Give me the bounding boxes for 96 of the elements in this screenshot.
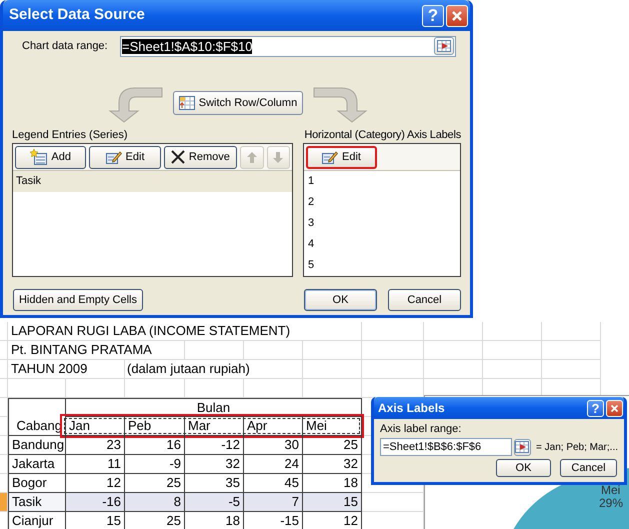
table-cell: 16 (125, 436, 185, 455)
ok-button[interactable]: OK (496, 459, 551, 477)
grid-cell (424, 322, 483, 341)
table-cell: 7 (244, 493, 303, 512)
table-cell: 18 (185, 512, 244, 529)
pencil-document-icon (106, 150, 122, 164)
table-cell: -12 (185, 436, 244, 455)
table-cell: 15 (303, 493, 362, 512)
grid-cell (66, 379, 125, 398)
grid-cell (362, 322, 424, 341)
table-cell (8, 398, 66, 417)
grid-cell (8, 379, 66, 398)
close-button[interactable] (446, 4, 468, 26)
table-cell: Tasik (8, 493, 66, 512)
slice-label: Mei (601, 484, 620, 497)
grid-cell (244, 379, 303, 398)
table-cell: 15 (66, 512, 125, 529)
axis-label-item[interactable]: 1 (304, 171, 460, 192)
table-cell: Bandung (8, 436, 66, 455)
table-cell: Peb (125, 417, 185, 436)
switch-row-column-button[interactable]: Switch Row/Column (173, 91, 303, 115)
close-icon (610, 404, 619, 412)
grid-cell (303, 341, 362, 360)
table-cell: 24 (244, 455, 303, 474)
report-title: LAPORAN RUGI LABA (INCOME STATEMENT) (8, 322, 362, 341)
range-picker-button[interactable] (434, 37, 454, 55)
grid-cell (362, 360, 424, 379)
table-cell: Jan (66, 417, 125, 436)
chart-range-field[interactable]: =Sheet1!$A$10:$F$10 (120, 36, 456, 56)
table-cell: 25 (303, 436, 362, 455)
slice-percent: 29% (599, 497, 624, 510)
range-picker-icon (515, 441, 530, 453)
edit-button[interactable]: Edit (89, 146, 161, 168)
close-icon (451, 10, 463, 22)
ok-button[interactable]: OK (304, 289, 377, 311)
series-item[interactable]: Tasik (13, 171, 292, 192)
table-cell: 25 (125, 512, 185, 529)
grid-cell (483, 322, 542, 341)
section-heading: Horizontal (Category) Axis Labels (304, 128, 461, 142)
company-name: Pt. BINTANG PRATAMA (8, 341, 185, 360)
table-cell: -5 (185, 493, 244, 512)
grid-cell (424, 341, 483, 360)
table-cell: Mei (303, 417, 362, 436)
range-preview: = Jan; Peb; Mar;... (536, 440, 618, 454)
table-cell: Bulan (66, 398, 362, 417)
grid-cell (125, 379, 185, 398)
range-picker-button[interactable] (514, 438, 532, 456)
cancel-button[interactable]: Cancel (560, 459, 617, 477)
window-title: Select Data Source (9, 5, 145, 26)
section-heading: Legend Entries (Series) (12, 128, 128, 142)
table-cell: -9 (125, 455, 185, 474)
grid-cell (542, 341, 601, 360)
table-cell: 12 (303, 512, 362, 529)
grid-cell (244, 341, 303, 360)
field-label: Chart data range: (21, 38, 109, 54)
axis-range-field[interactable]: =Sheet1!$B$6:$F$6 (380, 438, 512, 456)
table-cell: 8 (125, 493, 185, 512)
table-cell: Mar (185, 417, 244, 436)
edit-button[interactable]: Edit (306, 146, 377, 168)
axis-label-item[interactable]: 2 (304, 192, 460, 213)
axis-label-item[interactable]: 3 (304, 213, 460, 234)
grid-cell (185, 379, 244, 398)
range-picker-icon (437, 40, 451, 52)
down-arrow-icon (273, 152, 284, 162)
grid-cell (542, 322, 601, 341)
grid-cell (303, 360, 362, 379)
table-cell: Cianjur (8, 512, 66, 529)
x-icon (170, 150, 185, 164)
table-cell: 11 (66, 455, 125, 474)
table-cell: 23 (66, 436, 125, 455)
remove-button[interactable]: Remove (164, 146, 238, 168)
grid-cell (303, 379, 362, 398)
axis-label-item[interactable]: 4 (304, 234, 460, 255)
field-label: Axis label range: (380, 423, 462, 436)
close-button[interactable] (606, 400, 623, 416)
axis-label-item[interactable]: 5 (304, 255, 460, 276)
add-list-icon (30, 149, 48, 165)
table-cell: -16 (66, 493, 125, 512)
pencil-document-icon (322, 150, 338, 164)
table-cell: Apr (244, 417, 303, 436)
up-arrow-icon (246, 152, 257, 162)
unit-note: (dalam jutaan rupiah) (125, 360, 303, 379)
add-button[interactable]: Add (15, 146, 86, 168)
grid-cell (483, 341, 542, 360)
table-cell: -15 (244, 512, 303, 529)
grid-cell (185, 341, 244, 360)
table-cell: 30 (244, 436, 303, 455)
cancel-button[interactable]: Cancel (388, 289, 461, 311)
grid-cell (362, 341, 424, 360)
switch-grid-icon (178, 96, 195, 110)
hidden-empty-cells-button[interactable]: Hidden and Empty Cells (13, 289, 143, 311)
table-cell: Jakarta (8, 455, 66, 474)
report-year: TAHUN 2009 (8, 360, 125, 379)
table-cell: 32 (185, 455, 244, 474)
table-cell: 32 (303, 455, 362, 474)
window-title: Axis Labels (378, 400, 445, 417)
